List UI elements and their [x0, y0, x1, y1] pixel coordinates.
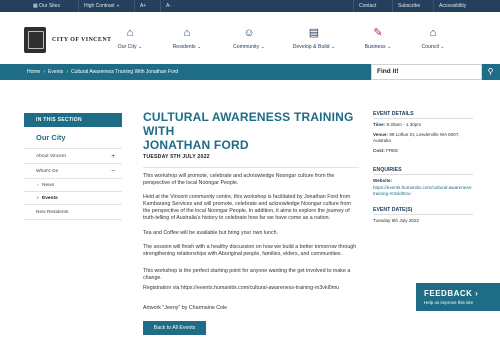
sidebar-item-news[interactable]: › News — [24, 179, 122, 192]
paragraph-starting-point: This workshop is the perfect starting po… — [143, 268, 351, 281]
paragraph-intro: This workshop will promote, celebrate an… — [143, 173, 335, 186]
breadcrumb-home[interactable]: Home — [27, 69, 40, 75]
nav-our-city[interactable]: ⌂ Our City ⌄ — [102, 22, 158, 64]
text-size-increase[interactable]: A+ — [134, 0, 151, 12]
event-cost: Cost: FREE — [373, 147, 399, 153]
sidebar-item-events[interactable]: › Events — [24, 192, 122, 205]
website-link[interactable]: https://events.humanitix.com/cultural-aw… — [373, 185, 473, 198]
breadcrumb-bar: Home › Events › Cultural Awareness Training … — [0, 64, 500, 80]
sidebar-item-whats-on[interactable]: What's On − — [24, 164, 122, 179]
feedback-button[interactable]: FEEDBACK › Help us improve this site — [416, 283, 500, 311]
breadcrumb-current: Cultural Awareness Training With Jonatha… — [70, 69, 179, 75]
collapse-icon[interactable]: − — [111, 164, 115, 179]
build-icon: ▤ — [308, 27, 320, 39]
event-venue: Venue: 99 Loftus St, Leederville WA 6007… — [373, 131, 460, 144]
section-sidebar: IN THIS SECTION Our City About Vincent +… — [24, 113, 122, 220]
contact-link[interactable]: Contact — [353, 0, 381, 12]
artwork-credit: Artwork "Jeeny" by Charmaine Cole — [143, 305, 228, 311]
city-crest-logo[interactable] — [24, 27, 46, 53]
business-icon: ✎ — [373, 27, 383, 39]
search-input[interactable]: Find it! — [371, 64, 482, 80]
sidebar-heading: IN THIS SECTION — [24, 113, 122, 127]
accessibility-link[interactable]: Accessibility — [433, 0, 471, 12]
nav-business[interactable]: ✎ Business ⌄ — [350, 22, 406, 64]
text-size-decrease[interactable]: A- — [160, 0, 176, 12]
enquiries-heading: ENQUIRIES — [373, 166, 473, 175]
chevron-right-icon: › — [37, 183, 39, 188]
chevron-right-icon: › — [37, 196, 39, 201]
event-article: CULTURAL AWARENESS TRAINING WITH JONATHA… — [143, 110, 359, 335]
paragraph-discussion: The session will finish with a healthy d… — [143, 244, 357, 257]
community-icon: ☺ — [243, 27, 255, 39]
divider — [143, 167, 359, 168]
subscribe-link[interactable]: Subscribe — [392, 0, 425, 12]
nav-residents[interactable]: ⌂ Residents ⌄ — [159, 22, 215, 64]
sidebar-item-new-residents[interactable]: New Residents — [24, 205, 122, 220]
nav-council[interactable]: ⌂ Council ⌄ — [405, 22, 461, 64]
event-time: Time: 9.30am - 1.30pm — [373, 122, 422, 127]
registration-link[interactable]: Registration via https://events.humaniti… — [143, 285, 359, 292]
chevron-right-icon: › — [43, 69, 46, 75]
high-contrast-toggle[interactable]: High Contrast ◑ — [78, 0, 124, 12]
city-icon: ⌂ — [126, 27, 134, 39]
paragraph-details: Held at the Vincent community centre, th… — [143, 194, 351, 221]
sidebar-section-title[interactable]: Our City — [24, 127, 122, 149]
utility-bar: ▦ Our Sites High Contrast ◑ A+ A- Contac… — [0, 0, 500, 12]
sidebar-item-about-vincent[interactable]: About Vincent + — [24, 149, 122, 164]
search-icon[interactable]: ⚲ — [484, 66, 497, 78]
nav-develop-build[interactable]: ▤ Develop & Build ⌄ — [286, 22, 342, 64]
event-details-heading: EVENT DETAILS — [373, 110, 473, 119]
nav-community[interactable]: ☺ Community ⌄ — [221, 22, 277, 64]
event-info-panel: EVENT DETAILS Time: 9.30am - 1.30pm Venu… — [373, 110, 473, 224]
residents-icon: ⌂ — [183, 27, 191, 39]
breadcrumb-events[interactable]: Events — [48, 69, 63, 75]
back-to-events-button[interactable]: Back to All Events — [143, 321, 206, 335]
breadcrumb: Home › Events › Cultural Awareness Training … — [27, 64, 178, 80]
event-dates-value: Tuesday 5th July 2022 — [373, 217, 420, 223]
event-dates-heading: EVENT DATE(S) — [373, 206, 473, 215]
council-icon: ⌂ — [429, 27, 437, 39]
expand-icon[interactable]: + — [111, 149, 115, 164]
event-date: TUESDAY 5TH JULY 2022 — [143, 154, 210, 160]
chevron-right-icon: › — [66, 69, 68, 75]
our-sites-link[interactable]: ▦ Our Sites — [28, 0, 65, 12]
site-header: CITY OF VINCENT ⌂ Our City ⌄ ⌂ Residents… — [0, 12, 500, 64]
page-title: CULTURAL AWARENESS TRAINING WITH JONATHA… — [143, 110, 354, 152]
paragraph-lunch: Tea and Coffee will be available but bri… — [143, 230, 279, 236]
site-search: Find it! ⚲ — [371, 64, 500, 80]
